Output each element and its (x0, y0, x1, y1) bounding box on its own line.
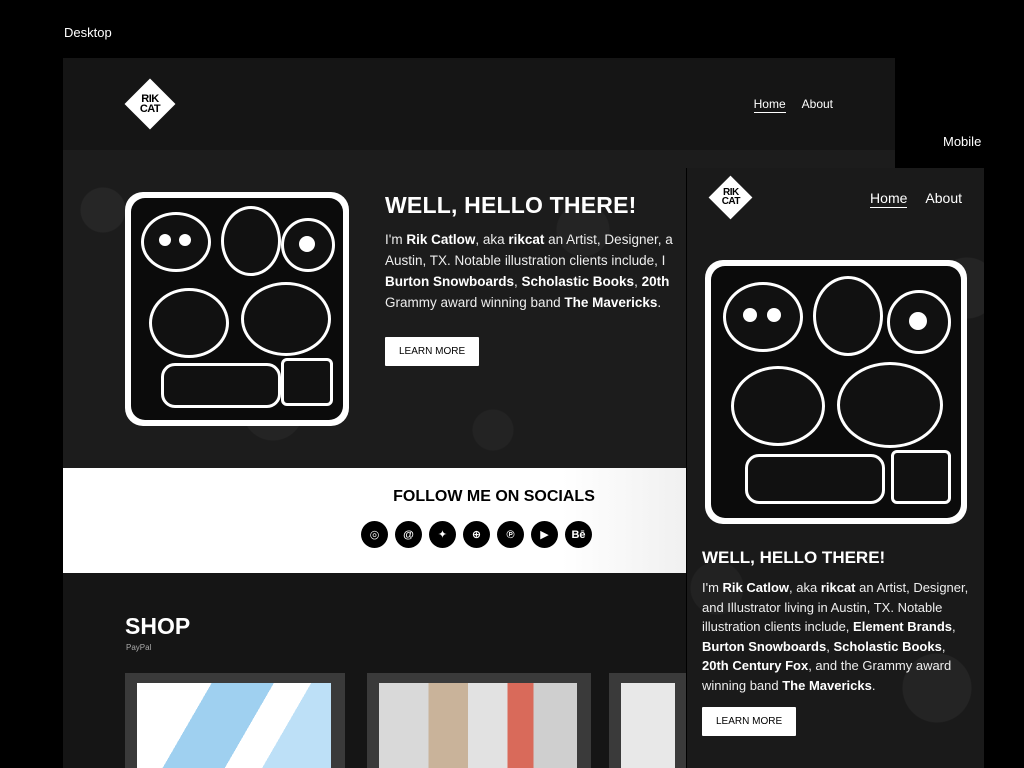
shop-item[interactable] (367, 673, 591, 768)
dribbble-icon[interactable]: ⊕ (463, 521, 490, 548)
pinterest-icon[interactable]: ℗ (497, 521, 524, 548)
desktop-header: RIK CAT Home About (63, 58, 895, 150)
hero-title: WELL, HELLO THERE! (702, 548, 886, 567)
threads-icon[interactable]: @ (395, 521, 422, 548)
logo-text: RIK CAT (721, 187, 741, 208)
desktop-nav: Home About (753, 97, 833, 113)
shop-item[interactable] (125, 673, 345, 768)
learn-more-button[interactable]: LEARN MORE (385, 337, 480, 366)
logo-text: RIK CAT (139, 93, 161, 115)
mobile-label: Mobile (943, 134, 982, 149)
rikcat-logo[interactable]: RIK CAT (124, 78, 176, 130)
instagram-icon[interactable]: ◎ (361, 521, 388, 548)
mobile-hero-text: WELL, HELLO THERE! I'm Rik Catlow, aka r… (702, 548, 972, 695)
shop-title: SHOP (125, 613, 191, 639)
desktop-label: Desktop (64, 25, 112, 40)
learn-more-button[interactable]: LEARN MORE (702, 707, 797, 736)
mobile-nav: Home About (870, 190, 962, 208)
behance-icon[interactable]: Bē (565, 521, 592, 548)
nav-about[interactable]: About (802, 97, 833, 113)
nav-home[interactable]: Home (870, 190, 908, 208)
hero-illustration (125, 192, 349, 426)
bluesky-icon[interactable]: ✦ (429, 521, 456, 548)
social-icons: ◎ @ ✦ ⊕ ℗ ▶ Bē (361, 521, 592, 548)
nav-about[interactable]: About (925, 190, 962, 208)
hero-illustration (705, 260, 967, 524)
hero-body: I'm Rik Catlow, aka rikcat an Artist, De… (702, 580, 969, 693)
youtube-icon[interactable]: ▶ (531, 521, 558, 548)
shop-item[interactable] (609, 673, 689, 768)
nav-home[interactable]: Home (753, 97, 786, 113)
mobile-frame: RIK CAT Home About WELL, HELLO THERE! I'm… (686, 168, 984, 768)
shop-subtitle: PayPal (126, 643, 152, 652)
